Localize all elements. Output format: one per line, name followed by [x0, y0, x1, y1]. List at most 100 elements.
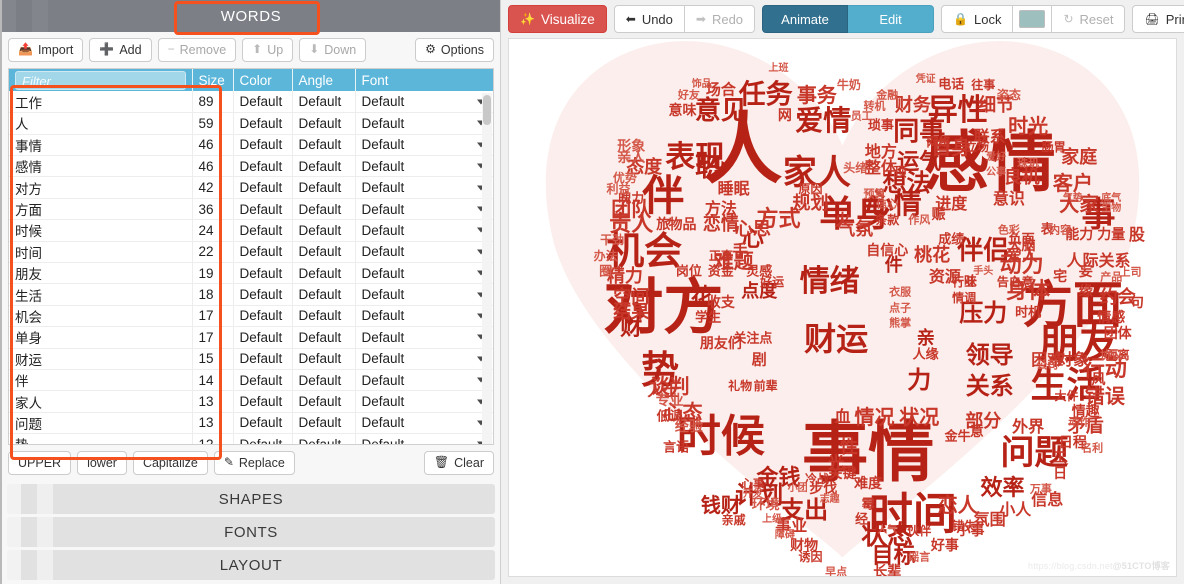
- cell-word[interactable]: 问题: [9, 412, 193, 435]
- wordcloud-canvas[interactable]: 工作人感情事情对方方面时候时间朋友生活机会单身财运伴家人问题势异性表现任务爱情同…: [508, 38, 1177, 577]
- cell-color[interactable]: Default: [233, 112, 293, 135]
- reset-button[interactable]: ↻ Reset: [1052, 5, 1126, 33]
- cell-font[interactable]: Default: [355, 198, 493, 221]
- cell-word[interactable]: 势: [9, 433, 193, 444]
- cell-color[interactable]: Default: [233, 241, 293, 264]
- cell-font[interactable]: Default: [355, 433, 493, 444]
- cell-word[interactable]: 方面: [9, 198, 193, 221]
- print-button[interactable]: 🖨 Print: [1132, 5, 1184, 33]
- cell-size[interactable]: 14: [192, 369, 234, 392]
- capitalize-button[interactable]: Capitalize: [132, 450, 208, 475]
- cell-size[interactable]: 89: [192, 91, 234, 114]
- fonts-section-header[interactable]: FONTS: [7, 517, 495, 547]
- cell-font[interactable]: Default: [355, 219, 493, 242]
- cell-angle[interactable]: Default: [292, 262, 356, 285]
- cell-font[interactable]: Default: [355, 390, 493, 413]
- cell-word[interactable]: 朋友: [9, 262, 193, 285]
- scrollbar-thumb[interactable]: [483, 95, 491, 126]
- table-row[interactable]: 单身 17 Default Default Default: [9, 326, 493, 349]
- cell-word[interactable]: 单身: [9, 326, 193, 349]
- table-row[interactable]: 时间 22 Default Default Default: [9, 241, 493, 264]
- cell-word[interactable]: 财运: [9, 348, 193, 370]
- table-row[interactable]: 对方 42 Default Default Default: [9, 176, 493, 199]
- animate-tab[interactable]: Animate: [762, 5, 849, 33]
- cell-word[interactable]: 家人: [9, 390, 193, 413]
- cell-font[interactable]: Default: [355, 91, 493, 114]
- cell-angle[interactable]: Default: [292, 219, 356, 242]
- up-button[interactable]: ⬆ Up: [242, 38, 294, 63]
- cell-font[interactable]: Default: [355, 283, 493, 306]
- cell-font[interactable]: Default: [355, 112, 493, 135]
- table-row[interactable]: 财运 15 Default Default Default: [9, 348, 493, 370]
- cell-word[interactable]: 人: [9, 112, 193, 135]
- cell-word[interactable]: 对方: [9, 176, 193, 199]
- cell-size[interactable]: 22: [192, 241, 234, 264]
- replace-button[interactable]: ✎ Replace: [213, 450, 295, 475]
- add-button[interactable]: ➕ Add: [89, 38, 152, 63]
- cell-color[interactable]: Default: [233, 155, 293, 178]
- table-row[interactable]: 事情 46 Default Default Default: [9, 134, 493, 157]
- cell-color[interactable]: Default: [233, 219, 293, 242]
- cell-color[interactable]: Default: [233, 412, 293, 435]
- cell-color[interactable]: Default: [233, 198, 293, 221]
- cell-size[interactable]: 15: [192, 348, 234, 370]
- cell-word[interactable]: 伴: [9, 369, 193, 392]
- cell-size[interactable]: 46: [192, 155, 234, 178]
- cell-size[interactable]: 42: [192, 176, 234, 199]
- table-row[interactable]: 势12DefaultDefaultDefault: [9, 433, 493, 444]
- words-table-scrollbar[interactable]: [482, 93, 492, 444]
- cell-font[interactable]: Default: [355, 134, 493, 157]
- table-row[interactable]: 朋友 19 Default Default Default: [9, 262, 493, 285]
- cell-word[interactable]: 事情: [9, 134, 193, 157]
- cell-size[interactable]: 13: [192, 412, 234, 435]
- cell-angle[interactable]: Default: [292, 348, 356, 370]
- cell-size[interactable]: 13: [192, 390, 234, 413]
- cell-size[interactable]: 46: [192, 134, 234, 157]
- cell-size[interactable]: 18: [192, 283, 234, 306]
- table-row[interactable]: 家人 13 Default Default Default: [9, 390, 493, 413]
- visualize-button[interactable]: ✨ Visualize: [508, 5, 607, 33]
- cell-word[interactable]: 时间: [9, 241, 193, 264]
- table-row[interactable]: 人 59 Default Default Default: [9, 112, 493, 135]
- cell-angle[interactable]: Default: [292, 241, 356, 264]
- cell-word[interactable]: 生活: [9, 283, 193, 306]
- cell-size[interactable]: 19: [192, 262, 234, 285]
- cell-angle[interactable]: Default: [292, 433, 356, 444]
- table-row[interactable]: 方面 36 Default Default Default: [9, 198, 493, 221]
- cell-color[interactable]: Default: [233, 262, 293, 285]
- layout-section-header[interactable]: LAYOUT: [7, 550, 495, 580]
- table-row[interactable]: 伴 14 Default Default Default: [9, 369, 493, 392]
- options-button[interactable]: ⚙ Options: [415, 38, 494, 63]
- cell-angle[interactable]: Default: [292, 198, 356, 221]
- cell-color[interactable]: Default: [233, 326, 293, 349]
- cell-color[interactable]: Default: [233, 283, 293, 306]
- cell-angle[interactable]: Default: [292, 283, 356, 306]
- edit-tab[interactable]: Edit: [848, 5, 935, 33]
- cell-font[interactable]: Default: [355, 326, 493, 349]
- cell-word[interactable]: 工作: [9, 91, 193, 114]
- cell-font[interactable]: Default: [355, 412, 493, 435]
- cell-font[interactable]: Default: [355, 241, 493, 264]
- cell-color[interactable]: Default: [233, 176, 293, 199]
- table-row[interactable]: 时候 24 Default Default Default: [9, 219, 493, 242]
- upper-button[interactable]: UPPER: [8, 450, 72, 475]
- down-button[interactable]: ⬇ Down: [299, 38, 367, 63]
- cell-color[interactable]: Default: [233, 433, 293, 444]
- cell-word[interactable]: 机会: [9, 305, 193, 328]
- table-row[interactable]: 问题 13 Default Default Default: [9, 412, 493, 435]
- cell-font[interactable]: Default: [355, 305, 493, 328]
- cell-angle[interactable]: Default: [292, 134, 356, 157]
- cell-angle[interactable]: Default: [292, 176, 356, 199]
- color-swatch-button[interactable]: [1013, 5, 1053, 33]
- cell-size[interactable]: 17: [192, 326, 234, 349]
- undo-button[interactable]: ⬅ Undo: [613, 5, 685, 33]
- cell-word[interactable]: 时候: [9, 219, 193, 242]
- table-row[interactable]: 生活 18 Default Default Default: [9, 283, 493, 306]
- words-section-header[interactable]: WORDS: [2, 0, 500, 32]
- cell-angle[interactable]: Default: [292, 326, 356, 349]
- cell-font[interactable]: Default: [355, 348, 493, 370]
- cell-angle[interactable]: Default: [292, 91, 356, 114]
- cell-size[interactable]: 24: [192, 219, 234, 242]
- cell-size[interactable]: 59: [192, 112, 234, 135]
- cell-size[interactable]: 17: [192, 305, 234, 328]
